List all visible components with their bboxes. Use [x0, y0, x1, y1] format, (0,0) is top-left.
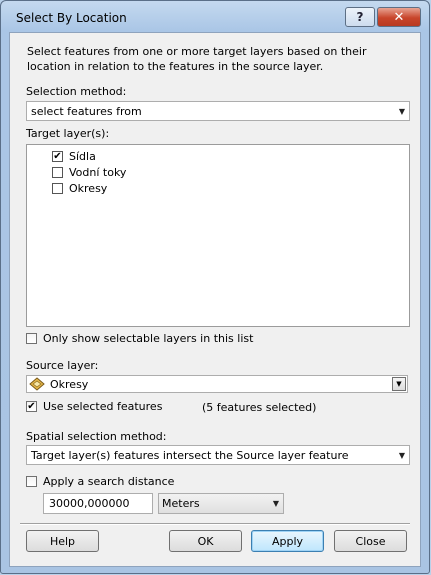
title-close-button[interactable]: ✕ [377, 7, 421, 27]
select-by-location-window: Select By Location ? ✕ Select features f… [0, 0, 430, 574]
distance-unit-dropdown[interactable]: Meters ▼ [158, 493, 284, 514]
close-icon: ✕ [393, 9, 405, 25]
target-layer-checkbox[interactable] [52, 183, 63, 194]
spatial-method-value: Target layer(s) features intersect the S… [31, 448, 349, 462]
window-title: Select By Location [16, 11, 127, 25]
dialog-body: Select features from one or more target … [9, 32, 421, 567]
source-layer-label: Source layer: [26, 359, 99, 372]
help-icon: ? [356, 10, 364, 24]
only-selectable-option[interactable]: Only show selectable layers in this list [26, 332, 253, 345]
button-separator [20, 523, 410, 525]
distance-unit-value: Meters [162, 497, 200, 510]
selection-method-label: Selection method: [26, 85, 127, 98]
apply-button-label: Apply [271, 534, 304, 548]
search-distance-option[interactable]: Apply a search distance [26, 475, 174, 488]
chevron-down-icon: ▼ [398, 451, 405, 460]
selection-method-value: select features from [31, 104, 142, 118]
target-layer-checkbox[interactable] [52, 167, 63, 178]
only-selectable-label: Only show selectable layers in this list [43, 332, 254, 345]
selected-count-text: (5 features selected) [202, 401, 317, 414]
ok-button-label: OK [197, 534, 214, 548]
target-layer-label: Vodní toky [69, 166, 127, 179]
chevron-down-icon[interactable]: ▼ [392, 377, 406, 391]
help-button-label: Help [49, 534, 76, 548]
source-layer-value: Okresy [50, 377, 89, 391]
target-layer-item[interactable]: ✔ Sídla [52, 150, 96, 163]
title-help-button[interactable]: ? [345, 7, 375, 27]
target-layer-checkbox[interactable]: ✔ [52, 151, 63, 162]
dialog-description: Select features from one or more target … [27, 45, 367, 73]
close-button[interactable]: Close [334, 530, 407, 552]
spatial-method-dropdown[interactable]: Target layer(s) features intersect the S… [26, 445, 410, 465]
search-distance-input[interactable]: 30000,000000 [43, 493, 153, 514]
target-layers-list[interactable]: ✔ Sídla Vodní toky Okresy [26, 144, 410, 327]
search-distance-checkbox[interactable] [26, 476, 37, 487]
only-selectable-checkbox[interactable] [26, 333, 37, 344]
target-layer-label: Okresy [69, 182, 108, 195]
source-layer-dropdown[interactable]: Okresy ▼ [26, 375, 408, 393]
use-selected-checkbox[interactable]: ✔ [26, 401, 37, 412]
search-distance-value: 30000,000000 [49, 497, 130, 510]
search-distance-label: Apply a search distance [43, 475, 175, 488]
target-layer-item[interactable]: Okresy [52, 182, 107, 195]
target-layer-item[interactable]: Vodní toky [52, 166, 126, 179]
target-layer-label: Sídla [69, 150, 96, 163]
selection-method-dropdown[interactable]: select features from ▼ [26, 101, 410, 121]
help-button[interactable]: Help [26, 530, 99, 552]
use-selected-option[interactable]: ✔ Use selected features [26, 400, 162, 413]
target-layers-label: Target layer(s): [26, 127, 110, 140]
polygon-layer-icon [29, 377, 45, 391]
chevron-down-icon: ▼ [398, 107, 405, 116]
use-selected-label: Use selected features [43, 400, 163, 413]
close-button-label: Close [355, 534, 386, 548]
spatial-method-label: Spatial selection method: [26, 430, 167, 443]
ok-button[interactable]: OK [169, 530, 242, 552]
chevron-down-icon: ▼ [272, 499, 279, 508]
apply-button[interactable]: Apply [251, 530, 324, 552]
